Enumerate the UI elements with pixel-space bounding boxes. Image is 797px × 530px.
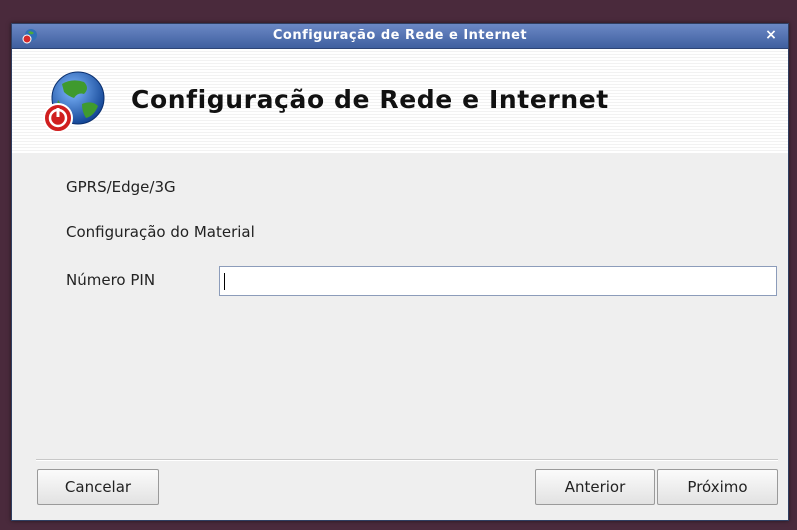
next-button[interactable]: Próximo — [657, 469, 778, 505]
connection-type-label: GPRS/Edge/3G — [66, 178, 176, 196]
cancel-button[interactable]: Cancelar — [37, 469, 159, 505]
dialog-window: Configuração de Rede e Internet × Config… — [11, 23, 789, 521]
back-button[interactable]: Anterior — [535, 469, 655, 505]
section-label: Configuração do Material — [66, 223, 255, 241]
wizard-header: Configuração de Rede e Internet — [12, 49, 788, 153]
close-icon[interactable]: × — [763, 27, 779, 43]
pin-label: Número PIN — [66, 271, 156, 289]
pin-input[interactable] — [219, 266, 777, 296]
button-separator — [36, 459, 778, 461]
text-caret — [224, 273, 225, 290]
titlebar[interactable]: Configuração de Rede e Internet × — [12, 24, 788, 49]
window-title: Configuração de Rede e Internet — [272, 28, 528, 43]
page-title: Configuração de Rede e Internet — [131, 85, 609, 114]
globe-network-icon — [43, 71, 105, 133]
